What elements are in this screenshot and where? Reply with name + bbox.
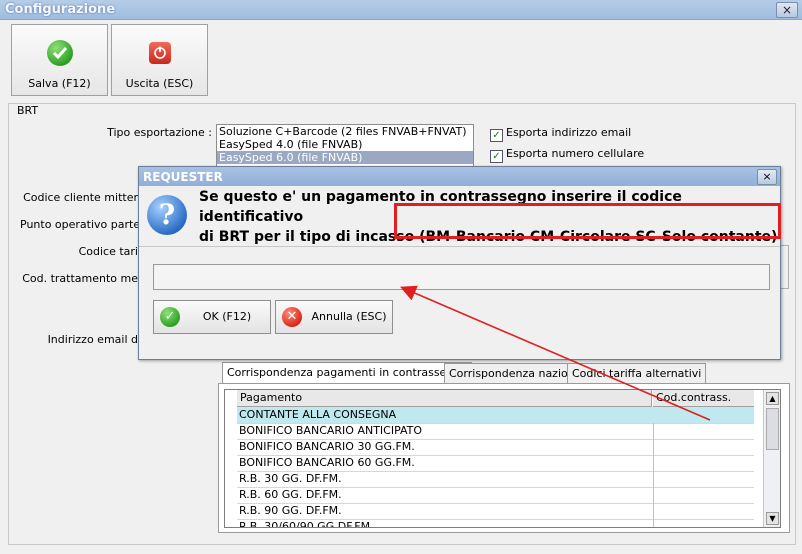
cancel-button[interactable]: ✕ Annulla (ESC): [275, 300, 393, 334]
exit-button-label: Uscita (ESC): [125, 77, 194, 90]
exit-button[interactable]: Uscita (ESC): [111, 24, 208, 96]
dialog-close-button[interactable]: ×: [757, 169, 777, 185]
ok-button[interactable]: ✓ OK (F12): [153, 300, 271, 334]
table-row[interactable]: R.B. 30/60/90 GG.DF.FM.: [237, 519, 754, 527]
tipo-esportazione-label: Tipo esportazione :: [107, 126, 212, 139]
export-option[interactable]: EasySped 4.0 (file FNVAB): [217, 138, 473, 151]
cod-trattamento-label: Cod. trattamento me: [22, 272, 138, 285]
scroll-down-icon[interactable]: ▼: [766, 512, 779, 525]
codice-cliente-label: Codice cliente mitter: [23, 191, 138, 204]
tab-nazioni[interactable]: Corrispondenza nazioni: [444, 363, 583, 383]
indirizzo-email-label: Indirizzo email d: [47, 333, 138, 346]
codice-tariffa-label: Codice tari: [78, 245, 138, 258]
dialog-title: REQUESTER: [143, 170, 223, 184]
table-row[interactable]: BONIFICO BANCARIO 60 GG.FM.: [237, 455, 754, 472]
checkmark-icon: [47, 40, 73, 66]
table-row[interactable]: BONIFICO BANCARIO ANTICIPATO: [237, 423, 754, 440]
export-cell-label: Esporta numero cellulare: [506, 147, 645, 160]
message-line-2: di BRT per il tipo di incasso: [199, 229, 420, 245]
scroll-thumb[interactable]: [766, 408, 779, 450]
column-header-pagamento[interactable]: Pagamento: [237, 390, 652, 407]
scroll-up-icon[interactable]: ▲: [766, 392, 779, 405]
column-header-cod[interactable]: Cod.contrass.: [653, 390, 754, 407]
check-icon: ✓: [490, 129, 503, 142]
grid-scrollbar[interactable]: ▲ ▼: [763, 390, 780, 527]
export-email-checkbox[interactable]: ✓ Esporta indirizzo email: [490, 126, 631, 142]
dialog-titlebar: REQUESTER ×: [139, 167, 780, 186]
requester-dialog: REQUESTER × ? Se questo e' un pagamento …: [138, 166, 781, 360]
window-titlebar: Configurazione ×: [0, 0, 802, 20]
question-icon: ?: [147, 195, 187, 235]
table-row[interactable]: CONTANTE ALLA CONSEGNA: [237, 407, 754, 424]
ok-button-label: OK (F12): [202, 310, 252, 323]
window-title: Configurazione: [5, 2, 116, 17]
checkmark-icon: ✓: [160, 307, 180, 327]
brt-group-label: BRT: [15, 104, 41, 117]
codice-incasso-input[interactable]: [153, 264, 770, 290]
table-row[interactable]: R.B. 90 GG. DF.FM.: [237, 503, 754, 520]
save-button[interactable]: Salva (F12): [11, 24, 108, 96]
punto-operativo-label: Punto operativo parte: [20, 218, 141, 231]
export-cell-checkbox[interactable]: ✓ Esporta numero cellulare: [490, 147, 644, 163]
export-email-label: Esporta indirizzo email: [506, 126, 632, 139]
check-icon: ✓: [490, 150, 503, 163]
table-row[interactable]: R.B. 60 GG. DF.FM.: [237, 487, 754, 504]
save-button-label: Salva (F12): [28, 77, 91, 90]
export-option-selected[interactable]: EasySped 6.0 (file FNVAB): [217, 151, 473, 164]
tipo-esportazione-list[interactable]: Soluzione C+Barcode (2 files FNVAB+FNVAT…: [216, 124, 474, 168]
cancel-button-label: Annulla (ESC): [311, 310, 387, 323]
pagamenti-grid: Pagamento Cod.contrass. CONTANTE ALLA CO…: [224, 389, 781, 528]
close-icon: ✕: [282, 307, 302, 327]
tab-tariffa[interactable]: Codici tariffa alternativi: [567, 363, 707, 383]
tab-contrassegno[interactable]: Corrispondenza pagamenti in contrassegno: [222, 362, 472, 384]
dialog-divider: [139, 246, 780, 247]
table-row[interactable]: BONIFICO BANCARIO 30 GG.FM.: [237, 439, 754, 456]
export-option[interactable]: Soluzione C+Barcode (2 files FNVAB+FNVAT…: [217, 125, 473, 138]
table-row[interactable]: R.B. 30 GG. DF.FM.: [237, 471, 754, 488]
power-icon: [149, 42, 171, 64]
highlight-box: [394, 203, 781, 239]
window-close-button[interactable]: ×: [776, 2, 798, 18]
